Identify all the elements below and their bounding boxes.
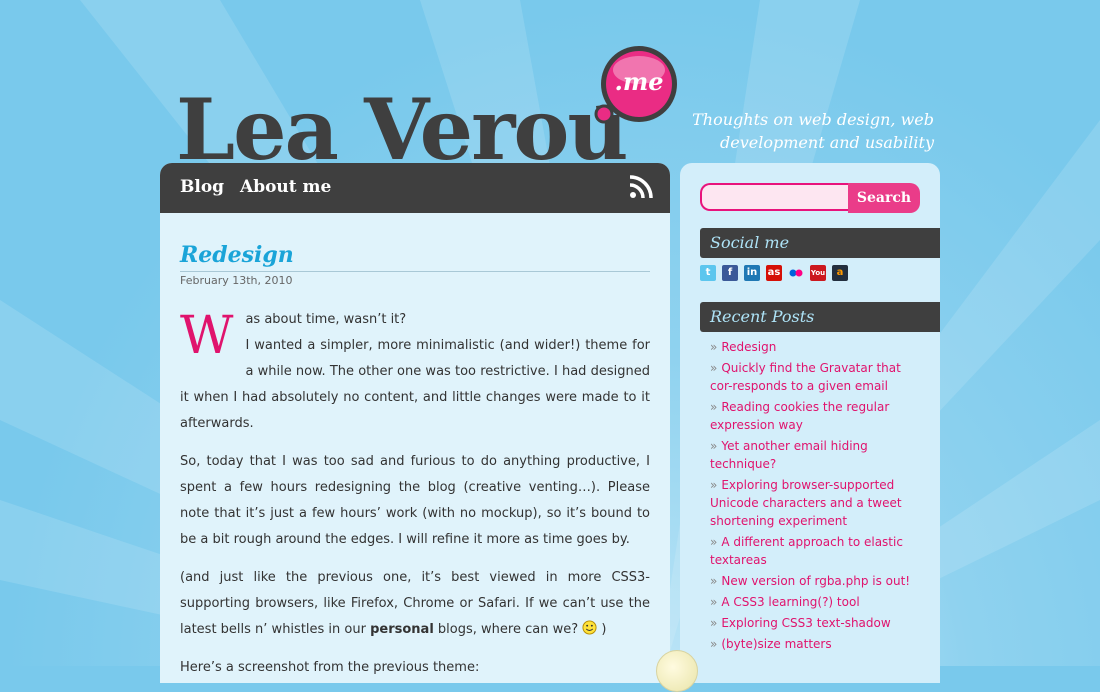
- nav-blog[interactable]: Blog: [180, 177, 224, 197]
- smiley-icon: [582, 620, 597, 635]
- list-item[interactable]: » (byte)size matters: [710, 635, 920, 653]
- youtube-icon[interactable]: You: [810, 265, 826, 281]
- post-date: February 13th, 2010: [180, 271, 650, 287]
- badge-text: .me: [614, 67, 663, 96]
- post: Redesign February 13th, 2010 Was about t…: [160, 213, 670, 681]
- list-item[interactable]: » Redesign: [710, 338, 920, 356]
- post-paragraph-2: I wanted a simpler, more minimalistic (a…: [180, 338, 650, 431]
- search-input[interactable]: [700, 183, 848, 211]
- post-paragraph-1: Was about time, wasn’t it? I wanted a si…: [180, 306, 650, 431]
- social-icons: t f in as You a: [700, 265, 848, 281]
- recent-posts-list: » Redesign » Quickly find the Gravatar tha…: [710, 338, 920, 656]
- sidebar: Search Social me t f in as You a Recent …: [680, 163, 940, 683]
- main-column: Blog About me Redesign February 13th, 20…: [160, 163, 670, 683]
- social-heading: Social me: [700, 228, 940, 258]
- nav-about-me[interactable]: About me: [240, 177, 331, 197]
- list-item[interactable]: » A CSS3 learning(?) tool: [710, 593, 920, 611]
- list-item[interactable]: » Quickly find the Gravatar that cor-resp…: [710, 359, 920, 395]
- post-title[interactable]: Redesign: [180, 241, 650, 269]
- flickr-icon[interactable]: [788, 265, 804, 281]
- amazon-icon[interactable]: a: [832, 265, 848, 281]
- me-badge: .me: [594, 46, 677, 124]
- search-button[interactable]: Search: [848, 183, 920, 213]
- drop-cap: W: [180, 306, 234, 366]
- globe-decoration: [656, 650, 698, 692]
- tagline: Thoughts on web design, web development …: [692, 110, 934, 152]
- recent-posts-heading: Recent Posts: [700, 302, 940, 332]
- list-item[interactable]: » Exploring CSS3 text-shadow: [710, 614, 920, 632]
- linkedin-icon[interactable]: in: [744, 265, 760, 281]
- nav-bar: Blog About me: [160, 163, 670, 213]
- rss-icon[interactable]: [629, 175, 653, 199]
- post-paragraph-3: So, today that I was too sad and furious…: [180, 454, 650, 547]
- site-title[interactable]: Lea Verou: [176, 88, 628, 172]
- list-item[interactable]: » Yet another email hiding technique?: [710, 437, 920, 473]
- list-item[interactable]: » A different approach to elastic textare…: [710, 533, 920, 569]
- facebook-icon[interactable]: f: [722, 265, 738, 281]
- list-item[interactable]: » New version of rgba.php is out!: [710, 572, 920, 590]
- list-item[interactable]: » Reading cookies the regular expression …: [710, 398, 920, 434]
- list-item[interactable]: » Exploring browser-supported Unicode cha…: [710, 476, 920, 530]
- twitter-icon[interactable]: t: [700, 265, 716, 281]
- post-paragraph-4: (and just like the previous one, it’s be…: [180, 570, 650, 637]
- lastfm-icon[interactable]: as: [766, 265, 782, 281]
- post-paragraph-5: Here’s a screenshot from the previous th…: [180, 660, 480, 675]
